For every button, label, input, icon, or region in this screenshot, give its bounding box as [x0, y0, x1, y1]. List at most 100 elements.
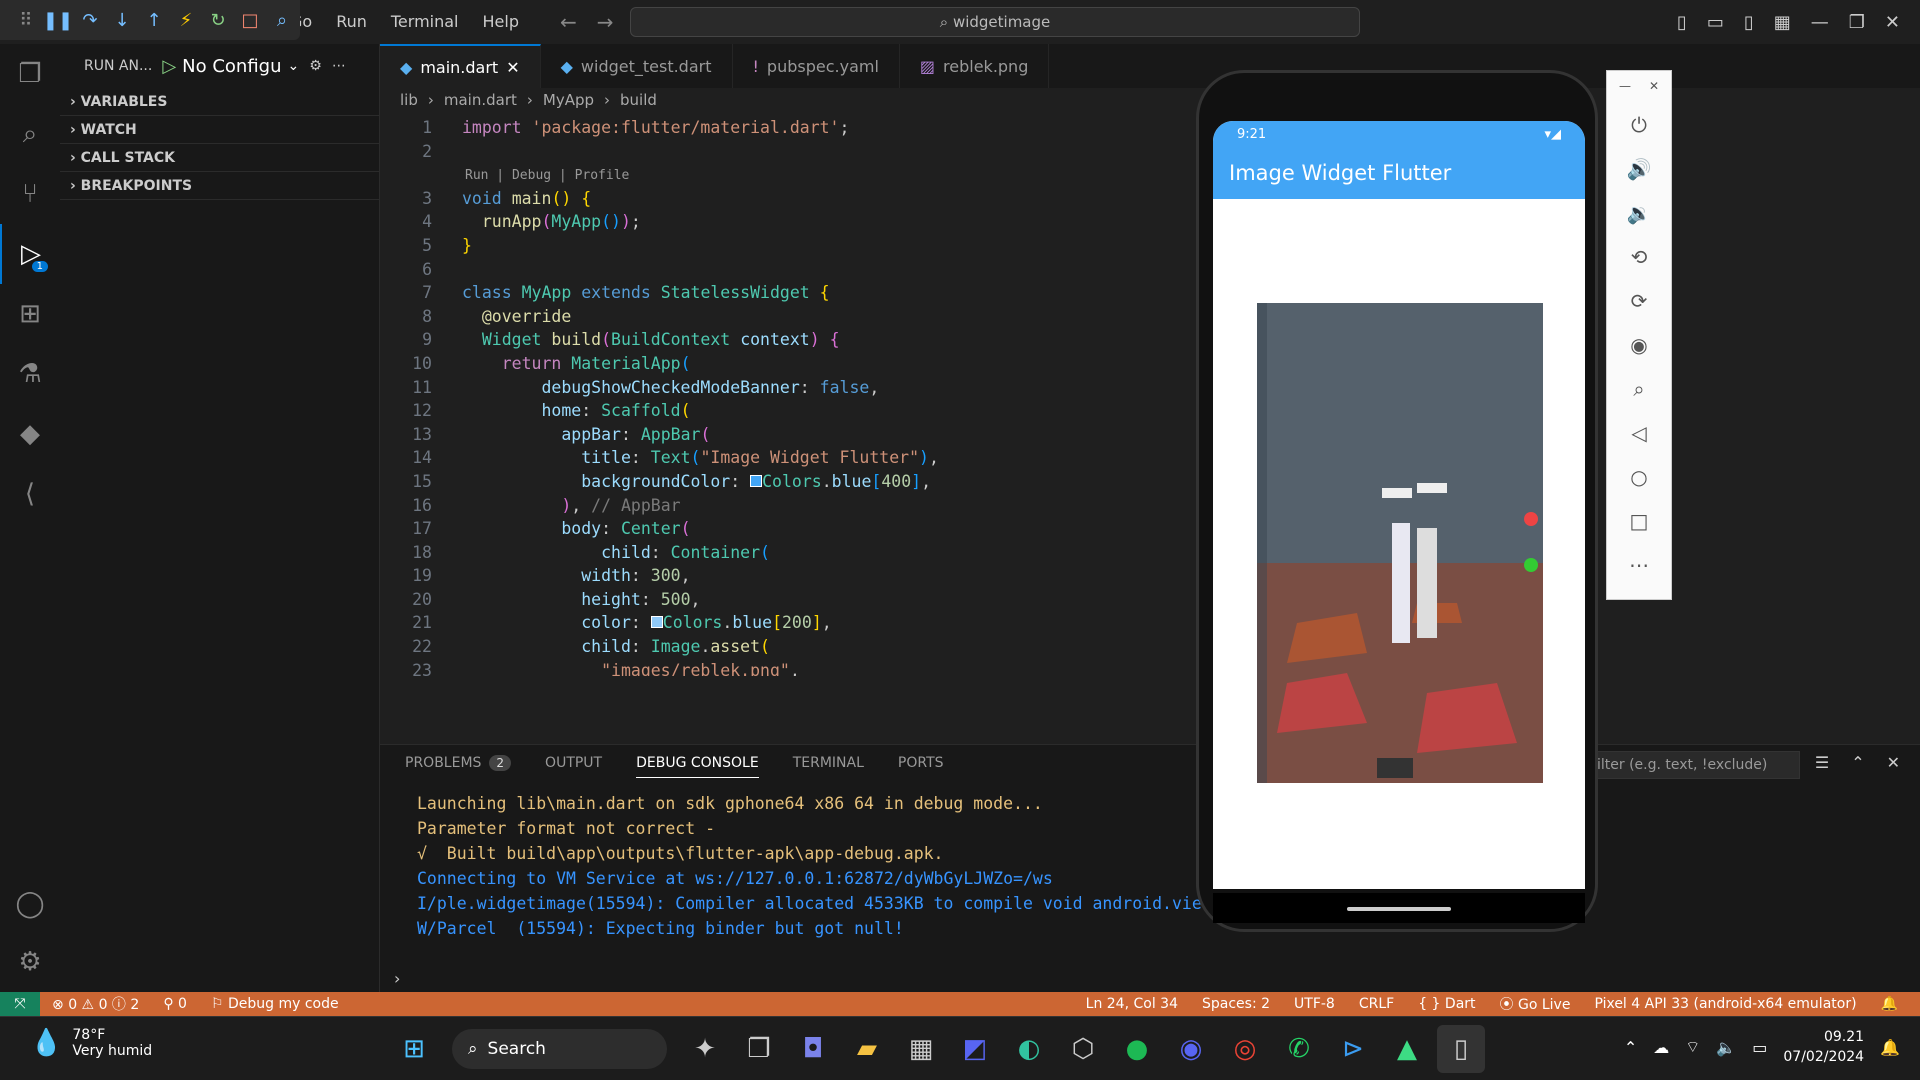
phone-screen[interactable]: 9:21 ▾◢ Image Widget Flutter: [1213, 121, 1585, 889]
codelens[interactable]: Run | Debug | Profile: [380, 163, 1210, 187]
explorer-icon[interactable]: ❐: [0, 44, 60, 104]
accounts-icon[interactable]: ◯: [0, 874, 60, 934]
rotate-left-icon[interactable]: ⟲: [1631, 245, 1648, 269]
menu-run[interactable]: Run: [336, 12, 367, 31]
run-config-dropdown[interactable]: ▷ No Configu ⌄: [162, 56, 299, 77]
clear-console-icon[interactable]: ☰: [1815, 753, 1829, 772]
encoding[interactable]: UTF-8: [1282, 996, 1347, 1012]
device-selector[interactable]: Pixel 4 API 33 (android-x64 emulator): [1582, 996, 1868, 1012]
chrome-icon[interactable]: ◎: [1221, 1025, 1269, 1073]
show-hidden-icons[interactable]: ⌃: [1624, 1038, 1637, 1057]
volume-icon[interactable]: 🔈: [1716, 1038, 1736, 1057]
code-editor[interactable]: 1 import 'package:flutter/material.dart';…: [380, 116, 1210, 676]
whatsapp-icon[interactable]: ✆: [1275, 1025, 1323, 1073]
settings-gear-icon[interactable]: ⚙: [0, 932, 60, 992]
home-icon[interactable]: ○: [1630, 465, 1647, 489]
go-live[interactable]: ⦿ Go Live: [1488, 994, 1583, 1014]
emulator-icon[interactable]: ▯: [1437, 1025, 1485, 1073]
tab-pubspec[interactable]: ! pubspec.yaml: [733, 44, 900, 88]
remote-icon[interactable]: ⤧: [0, 992, 40, 1016]
volume-down-icon[interactable]: 🔉: [1627, 201, 1652, 225]
maximize-panel-icon[interactable]: ⌃: [1851, 753, 1864, 772]
tab-reblek[interactable]: ▨ reblek.png: [900, 44, 1050, 88]
zoom-icon[interactable]: ⌕: [1633, 377, 1644, 401]
start-button[interactable]: ⊞: [390, 1025, 438, 1073]
task-view-icon[interactable]: ❐: [735, 1025, 783, 1073]
section-call-stack[interactable]: › CALL STACK: [60, 144, 379, 172]
discord-icon[interactable]: ◉: [1167, 1025, 1215, 1073]
back-icon[interactable]: ◁: [1631, 421, 1646, 445]
copilot-icon[interactable]: ✦: [681, 1025, 729, 1073]
vscode-icon[interactable]: ⊳: [1329, 1025, 1377, 1073]
notifications-icon[interactable]: 🔔: [1869, 996, 1910, 1012]
close-icon[interactable]: ✕: [506, 58, 519, 77]
unity-icon[interactable]: ⬡: [1059, 1025, 1107, 1073]
teams-icon[interactable]: ◘: [789, 1025, 837, 1073]
restore-button[interactable]: ❐: [1849, 12, 1865, 33]
section-variables[interactable]: › VARIABLES: [60, 88, 379, 116]
menu-terminal[interactable]: Terminal: [391, 12, 459, 31]
power-icon[interactable]: ⏻: [1631, 113, 1647, 137]
console-filter-input[interactable]: ilter (e.g. text, !exclude): [1590, 751, 1800, 779]
search-icon[interactable]: ⌕: [0, 104, 60, 164]
weather-widget[interactable]: 💧 78°F Very humid: [30, 1027, 152, 1059]
hot-reload-icon[interactable]: ⚡: [170, 10, 202, 31]
camera-icon[interactable]: ◉: [1630, 333, 1647, 357]
tab-main-dart[interactable]: ◆ main.dart ✕: [380, 44, 541, 88]
tab-output[interactable]: OUTPUT: [545, 755, 602, 771]
overview-icon[interactable]: □: [1630, 509, 1649, 533]
file-explorer-icon[interactable]: ▰: [843, 1025, 891, 1073]
toggle-sidebar-icon[interactable]: ▯: [1677, 12, 1687, 33]
step-out-icon[interactable]: ↑: [138, 10, 170, 31]
step-over-icon[interactable]: ↷: [74, 10, 106, 31]
minimize-icon[interactable]: —: [1619, 79, 1631, 93]
tab-ports[interactable]: PORTS: [898, 755, 944, 771]
taskbar-search[interactable]: ⌕ Search: [452, 1029, 667, 1069]
customize-layout-icon[interactable]: ▦: [1774, 12, 1791, 33]
close-panel-icon[interactable]: ✕: [1887, 753, 1900, 772]
restart-icon[interactable]: ↻: [202, 10, 234, 31]
back-arrow-icon[interactable]: ←: [560, 10, 577, 34]
extensions-icon[interactable]: ⊞: [0, 284, 60, 344]
rotate-right-icon[interactable]: ⟳: [1631, 289, 1648, 313]
testing-icon[interactable]: ⚗: [0, 344, 60, 404]
line-ending[interactable]: CRLF: [1347, 996, 1406, 1012]
console-input-prompt[interactable]: ›: [394, 969, 400, 988]
more-icon[interactable]: ⋯: [1629, 553, 1649, 577]
menu-help[interactable]: Help: [483, 12, 519, 31]
tab-debug-console[interactable]: DEBUG CONSOLE: [636, 755, 759, 778]
drag-handle-icon[interactable]: ⠿: [10, 10, 42, 31]
tab-terminal[interactable]: TERMINAL: [793, 755, 864, 771]
toggle-panel-icon[interactable]: ▭: [1707, 12, 1724, 33]
clock[interactable]: 09.21 07/02/2024: [1783, 1027, 1864, 1067]
run-debug-icon[interactable]: ▷ 1: [0, 224, 60, 284]
edge-icon[interactable]: ◐: [1005, 1025, 1053, 1073]
store-icon[interactable]: ▦: [897, 1025, 945, 1073]
network-cloud-icon[interactable]: ☁: [1653, 1038, 1669, 1057]
gear-icon[interactable]: ⚙: [309, 58, 322, 74]
minimap[interactable]: [1780, 104, 1920, 504]
python-icon[interactable]: ◆: [0, 404, 60, 464]
section-watch[interactable]: › WATCH: [60, 116, 379, 144]
ports-status[interactable]: ⚲ 0: [151, 996, 199, 1012]
close-icon[interactable]: ✕: [1649, 79, 1659, 93]
source-control-icon[interactable]: ⑂: [0, 164, 60, 224]
wifi-icon[interactable]: ⌔: [1685, 1037, 1700, 1057]
volume-up-icon[interactable]: 🔊: [1627, 157, 1652, 181]
pause-icon[interactable]: ❚❚: [42, 10, 74, 31]
inspect-icon[interactable]: ⌕: [266, 10, 298, 31]
command-center-search[interactable]: ⌕ widgetimage: [630, 7, 1360, 37]
minimize-button[interactable]: —: [1811, 12, 1829, 33]
debug-status[interactable]: ⚐ Debug my code: [199, 996, 351, 1012]
tab-problems[interactable]: PROBLEMS 2: [405, 755, 512, 771]
flutter-icon[interactable]: ⟨: [0, 464, 60, 524]
more-icon[interactable]: ⋯: [332, 58, 346, 74]
language-mode[interactable]: { } Dart: [1406, 996, 1487, 1012]
play-icon[interactable]: ▷: [162, 56, 176, 77]
home-gesture-pill[interactable]: [1347, 907, 1451, 911]
forward-arrow-icon[interactable]: →: [597, 10, 614, 34]
step-into-icon[interactable]: ↓: [106, 10, 138, 31]
notification-bell-icon[interactable]: 🔔: [1880, 1038, 1900, 1057]
tab-widget-test[interactable]: ◆ widget_test.dart: [541, 44, 733, 88]
stop-icon[interactable]: □: [234, 10, 266, 31]
